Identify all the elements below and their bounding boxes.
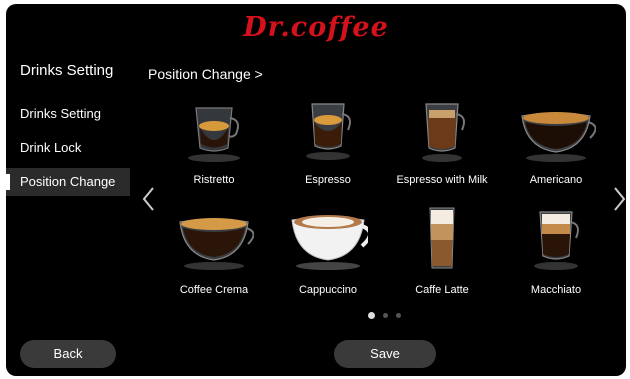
drink-tile-americano[interactable]: Americano bbox=[498, 96, 614, 196]
coffee-crema-cup-icon bbox=[179, 218, 254, 270]
sidebar-item-drinks-setting[interactable]: Drinks Setting bbox=[6, 100, 130, 128]
sidebar-title: Drinks Setting bbox=[20, 62, 114, 79]
americano-cup-icon bbox=[521, 112, 596, 162]
drink-tile-caffe-latte[interactable]: Caffe Latte bbox=[384, 206, 500, 306]
ristretto-cup-icon bbox=[188, 107, 240, 162]
page-dot-3[interactable] bbox=[396, 313, 401, 318]
back-button[interactable]: Back bbox=[20, 340, 116, 368]
drink-tile-macchiato[interactable]: Macchiato bbox=[498, 206, 614, 306]
drink-tile-espresso-with-milk[interactable]: Espresso with Milk bbox=[384, 96, 500, 196]
macchiato-glass-icon bbox=[534, 211, 579, 270]
drink-label: Americano bbox=[529, 174, 583, 186]
drink-tile-ristretto[interactable]: Ristretto bbox=[156, 96, 272, 196]
sidebar-item-position-change[interactable]: Position Change bbox=[6, 168, 130, 196]
drink-label: Macchiato bbox=[530, 284, 582, 296]
drink-tile-coffee-crema[interactable]: Coffee Crema bbox=[156, 206, 272, 306]
espresso-cup-icon bbox=[306, 103, 351, 160]
page-dot-1[interactable] bbox=[368, 312, 375, 319]
cappuccino-cup-icon bbox=[291, 215, 368, 270]
sidebar-menu: Drinks Setting Drink Lock Position Chang… bbox=[6, 100, 130, 202]
caffe-latte-glass-icon bbox=[429, 207, 455, 269]
breadcrumb: Position Change > bbox=[148, 66, 263, 82]
drink-tile-espresso[interactable]: Espresso bbox=[270, 96, 386, 196]
drink-tile-cappuccino[interactable]: Cappuccino bbox=[270, 206, 386, 306]
page-dot-2[interactable] bbox=[383, 313, 388, 318]
espresso-milk-glass-icon bbox=[422, 103, 465, 162]
brand-logo: Dr.coffee bbox=[243, 12, 389, 43]
sidebar-item-drink-lock[interactable]: Drink Lock bbox=[6, 134, 130, 162]
page-indicator bbox=[368, 312, 401, 319]
save-button[interactable]: Save bbox=[334, 340, 436, 368]
coffee-machine-screen: Dr.coffee Drinks Setting Drinks Setting … bbox=[6, 4, 626, 376]
drink-grid: Ristretto Espresso Espresso with Milk Am… bbox=[168, 96, 608, 306]
